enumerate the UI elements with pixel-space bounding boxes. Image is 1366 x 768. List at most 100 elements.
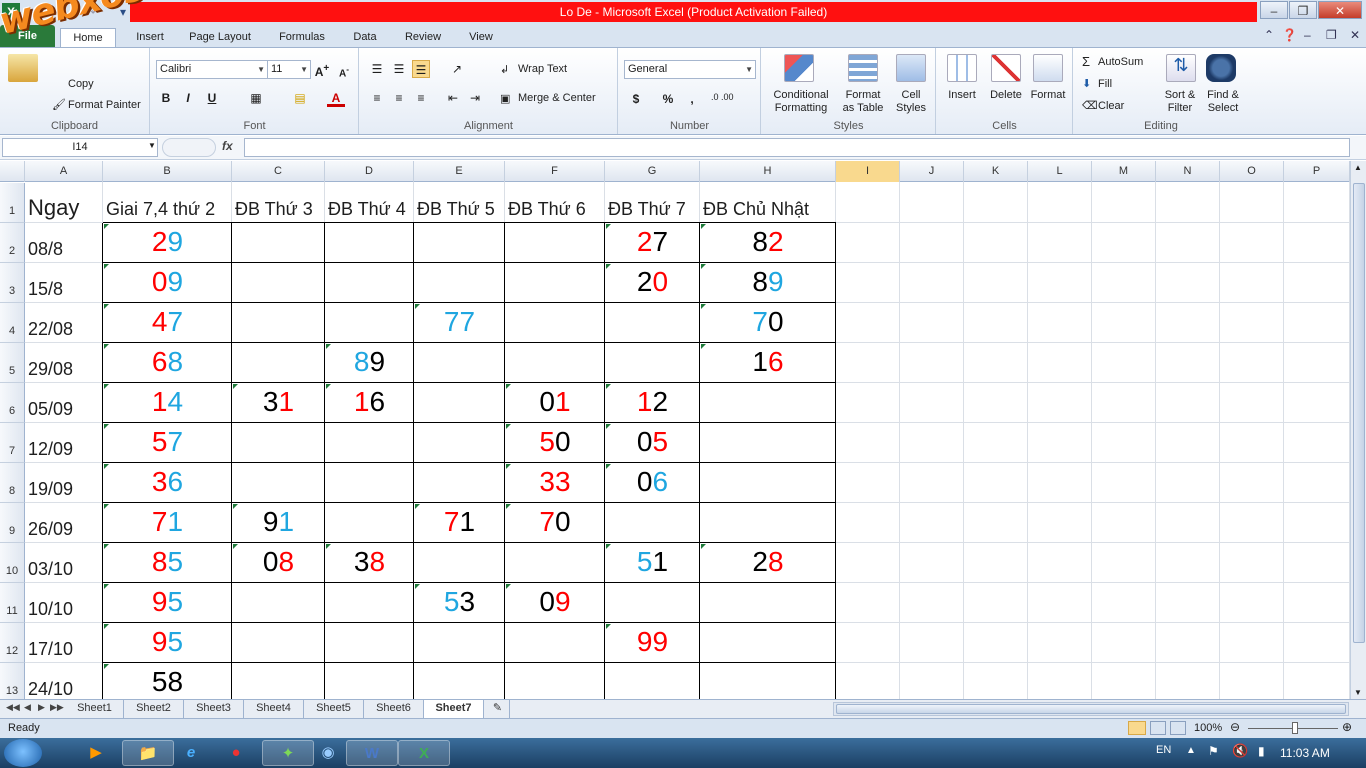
column-header-p[interactable]: P	[1284, 161, 1350, 182]
vertical-scroll-thumb[interactable]	[1353, 183, 1365, 643]
eraser-icon[interactable]: ⌫	[1082, 99, 1098, 112]
sheet-tab-sheet6[interactable]: Sheet6	[364, 700, 424, 718]
format-as-table-icon[interactable]	[848, 54, 878, 82]
column-header-k[interactable]: K	[964, 161, 1028, 182]
row-header-6[interactable]: 6	[0, 383, 25, 423]
format-cells-icon[interactable]	[1033, 54, 1063, 82]
prev-sheet-icon[interactable]: ◀	[24, 702, 31, 713]
sheet-tab-sheet5[interactable]: Sheet5	[304, 700, 364, 718]
horizontal-scrollbar[interactable]	[833, 702, 1349, 716]
row-header-7[interactable]: 7	[0, 423, 25, 463]
column-header-g[interactable]: G	[605, 161, 700, 182]
row-header-2[interactable]: 2	[0, 223, 25, 263]
sheet-tab-sheet7[interactable]: Sheet7	[424, 700, 484, 718]
decimal-buttons[interactable]: .0 .00	[711, 92, 734, 102]
row-header-1[interactable]: 1	[0, 183, 25, 223]
zoom-in-icon[interactable]: ⊕	[1342, 720, 1352, 734]
zoom-slider-handle[interactable]	[1292, 722, 1298, 734]
tab-formulas[interactable]: Formulas	[272, 28, 332, 47]
sigma-icon[interactable]: Σ	[1082, 54, 1090, 69]
row-header-5[interactable]: 5	[0, 343, 25, 383]
help-icon[interactable]: ❓	[1282, 28, 1297, 42]
row-header-12[interactable]: 12	[0, 623, 25, 663]
sheet-tab-sheet3[interactable]: Sheet3	[184, 700, 244, 718]
italic-button[interactable]: I	[179, 89, 197, 107]
fill-color-icon[interactable]: ▤	[291, 89, 309, 107]
network-icon[interactable]: ▮	[1258, 744, 1265, 758]
insert-function-icon[interactable]: fx	[222, 139, 233, 153]
conditional-formatting-label-1[interactable]: Conditional	[770, 89, 832, 101]
delete-cells-icon[interactable]	[991, 54, 1021, 82]
minimize-button[interactable]: –	[1260, 1, 1288, 19]
chrome-icon[interactable]: ●	[210, 740, 262, 766]
paste-icon[interactable]	[8, 54, 38, 82]
column-header-m[interactable]: M	[1092, 161, 1156, 182]
column-header-d[interactable]: D	[325, 161, 414, 182]
tab-page-layout[interactable]: Page Layout	[184, 28, 256, 47]
column-header-e[interactable]: E	[414, 161, 505, 182]
font-color-icon[interactable]: A	[327, 89, 345, 107]
font-name-select[interactable]: Calibri ▼	[156, 60, 268, 79]
row-header-13[interactable]: 13	[0, 663, 25, 699]
sort-filter-icon[interactable]: ⇅	[1166, 54, 1196, 82]
align-bottom-icon[interactable]: ☰	[412, 60, 430, 78]
doc-minimize-icon[interactable]: –	[1304, 28, 1311, 42]
row-header-9[interactable]: 9	[0, 503, 25, 543]
insert-button[interactable]: Insert	[945, 89, 979, 101]
format-as-table-label-1[interactable]: Format	[842, 89, 884, 101]
bold-button[interactable]: B	[157, 89, 175, 107]
format-as-table-label-2[interactable]: as Table	[838, 102, 888, 114]
wrap-text-icon[interactable]: ↲	[500, 63, 509, 76]
chevron-down-icon[interactable]: ▼	[148, 141, 156, 150]
close-button[interactable]: ✕	[1318, 1, 1362, 19]
tab-review[interactable]: Review	[400, 28, 446, 47]
font-size-select[interactable]: 11 ▼	[267, 60, 311, 79]
fill-icon[interactable]: ⬇	[1082, 77, 1091, 90]
zoom-level[interactable]: 100%	[1194, 722, 1222, 734]
cell-styles-label-2[interactable]: Styles	[892, 102, 930, 114]
normal-view-icon[interactable]	[1128, 721, 1146, 735]
row-header-3[interactable]: 3	[0, 263, 25, 303]
sheet-tab-sheet2[interactable]: Sheet2	[124, 700, 184, 718]
format-button[interactable]: Format	[1029, 89, 1067, 101]
orientation-icon[interactable]: ↗	[448, 60, 466, 78]
align-right-icon[interactable]: ≡	[412, 89, 430, 107]
tab-insert[interactable]: Insert	[128, 28, 172, 47]
cell-styles-label-1[interactable]: Cell	[896, 89, 926, 101]
start-button[interactable]	[4, 739, 42, 767]
binoculars-icon[interactable]	[1206, 54, 1236, 82]
column-header-j[interactable]: J	[900, 161, 964, 182]
currency-button[interactable]: $	[627, 90, 645, 108]
row-header-11[interactable]: 11	[0, 583, 25, 623]
column-header-c[interactable]: C	[232, 161, 325, 182]
word-icon[interactable]: W	[346, 740, 398, 766]
restore-button[interactable]: ❐	[1289, 1, 1317, 19]
borders-icon[interactable]: ▦	[247, 89, 265, 107]
sheet-tab-sheet4[interactable]: Sheet4	[244, 700, 304, 718]
conditional-formatting-label-2[interactable]: Formatting	[768, 102, 834, 114]
copy-button[interactable]: Copy	[68, 78, 94, 90]
clear-button[interactable]: Clear	[1098, 100, 1124, 112]
column-header-a[interactable]: A	[25, 161, 103, 182]
format-painter-icon[interactable]: 🖌	[52, 98, 66, 111]
column-header-n[interactable]: N	[1156, 161, 1220, 182]
zoom-out-icon[interactable]: ⊖	[1230, 720, 1240, 734]
merge-center-icon[interactable]: ▣	[500, 92, 510, 105]
insert-cells-icon[interactable]	[947, 54, 977, 82]
underline-button[interactable]: U	[203, 89, 221, 107]
autosum-button[interactable]: AutoSum	[1098, 56, 1143, 68]
tab-view[interactable]: View	[462, 28, 500, 47]
column-header-f[interactable]: F	[505, 161, 605, 182]
sort-filter-label-2[interactable]: Filter	[1160, 102, 1200, 114]
find-select-label-1[interactable]: Find &	[1202, 89, 1244, 101]
vertical-scrollbar[interactable]: ▲ ▼	[1350, 161, 1366, 699]
percent-button[interactable]: %	[659, 90, 677, 108]
increase-indent-icon[interactable]: ⇥	[466, 89, 484, 107]
cell-styles-icon[interactable]	[896, 54, 926, 82]
comma-button[interactable]: ,	[683, 90, 701, 108]
align-top-icon[interactable]: ☰	[368, 60, 386, 78]
row-header-10[interactable]: 10	[0, 543, 25, 583]
page-break-view-icon[interactable]	[1170, 721, 1186, 735]
page-layout-view-icon[interactable]	[1150, 721, 1166, 735]
sort-filter-label-1[interactable]: Sort &	[1160, 89, 1200, 101]
